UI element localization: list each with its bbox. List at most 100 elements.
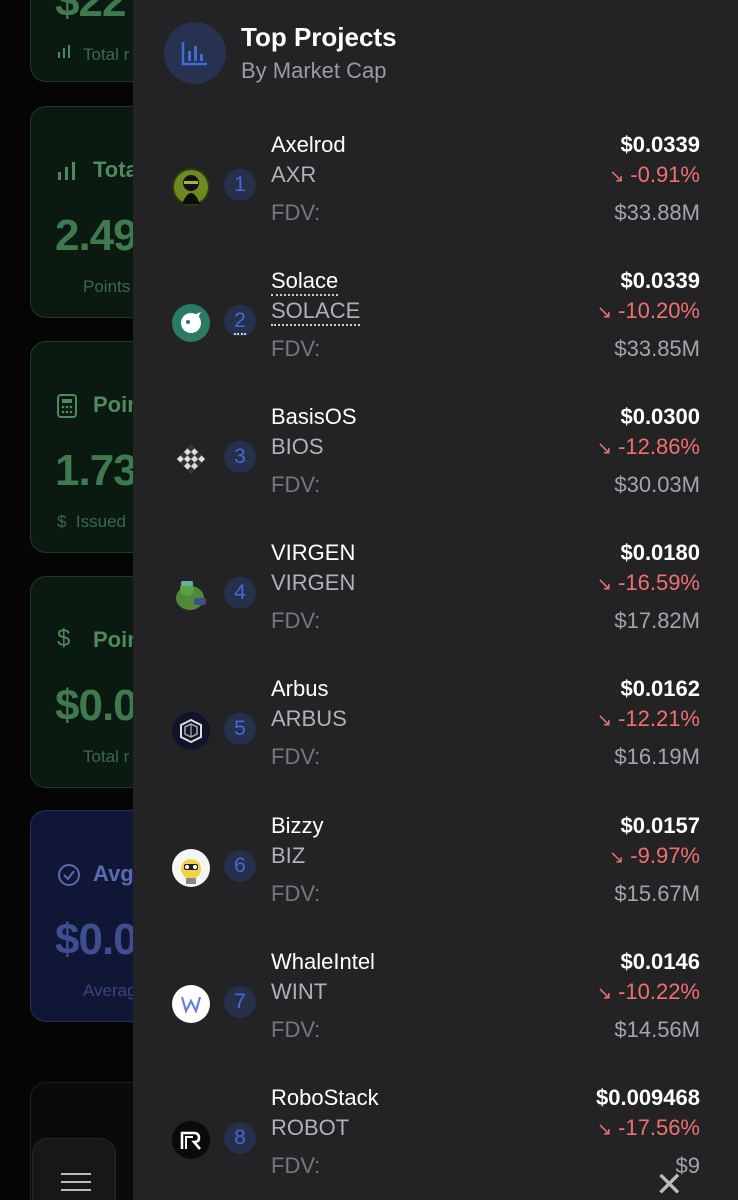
close-icon[interactable]: ✕	[655, 1168, 685, 1200]
menu-button[interactable]	[32, 1138, 116, 1200]
price-change: ↘ -10.20%	[596, 298, 700, 323]
project-name[interactable]: BasisOS	[271, 404, 357, 430]
fdv-label: FDV:	[271, 744, 321, 769]
project-name[interactable]: WhaleIntel	[271, 949, 375, 975]
calculator-icon	[57, 394, 77, 424]
project-row[interactable]: 7 WhaleIntel WINT FDV: $0.0146 ↘ -10.22% $14.56…	[133, 949, 738, 1059]
hamburger-icon	[61, 1173, 91, 1175]
rank-badge: 6	[224, 850, 256, 882]
rank-badge: 2	[224, 305, 256, 337]
project-price: $0.0146	[620, 949, 700, 974]
fdv-value: $15.67M	[614, 881, 700, 906]
trend-down-icon: ↘	[596, 302, 613, 322]
rank-badge: 4	[224, 577, 256, 609]
stat-sub: Total r	[83, 747, 130, 766]
stat-value: $0.0	[55, 915, 138, 964]
top-projects-drawer: Top Projects By Market Cap 1 Axelrod AXR FD…	[133, 0, 738, 1200]
bars-icon	[57, 161, 77, 187]
arbus-avatar	[172, 712, 210, 750]
trend-down-icon: ↘	[609, 847, 625, 867]
price-change: ↘ -12.86%	[596, 434, 700, 459]
project-name[interactable]: RoboStack	[271, 1085, 379, 1111]
project-price: $0.0300	[620, 404, 700, 429]
rank-badge: 1	[224, 169, 256, 201]
dollar-icon: $	[57, 625, 71, 652]
rank-badge: 8	[224, 1122, 256, 1154]
axelrod-avatar	[172, 168, 210, 206]
project-symbol: SOLACE	[271, 298, 361, 326]
project-symbol: VIRGEN	[271, 570, 356, 595]
stat-sub: Points	[83, 277, 131, 296]
project-price: $0.0157	[620, 813, 700, 838]
drawer-subtitle: By Market Cap	[241, 58, 387, 83]
project-symbol: BIOS	[271, 434, 324, 459]
chart-icon	[164, 22, 226, 84]
fdv-label: FDV:	[271, 1017, 321, 1042]
stat-sub: Total r	[83, 45, 130, 64]
fdv-value: $17.82M	[614, 608, 700, 633]
solace-avatar	[172, 304, 210, 342]
project-name[interactable]: VIRGEN	[271, 540, 355, 566]
project-symbol: ROBOT	[271, 1115, 350, 1140]
project-row[interactable]: 2 Solace SOLACE FDV: $0.0339 ↘ -10.20% $33.85M	[133, 268, 738, 378]
project-price: $0.0339	[620, 132, 700, 157]
trend-down-icon: ↘	[596, 574, 613, 594]
project-price: $0.0180	[620, 540, 700, 565]
fdv-label: FDV:	[271, 1153, 321, 1178]
project-name[interactable]: Solace	[271, 268, 339, 296]
whaleintel-avatar	[172, 985, 210, 1023]
stat-title: Avg	[93, 861, 134, 886]
trend-down-icon: ↘	[609, 166, 625, 186]
project-row[interactable]: 8 RoboStack ROBOT FDV: $0.009468 ↘ -17.56% $9	[133, 1085, 738, 1195]
fdv-label: FDV:	[271, 336, 321, 361]
project-row[interactable]: 5 Arbus ARBUS FDV: $0.0162 ↘ -12.21% $16.19M	[133, 676, 738, 786]
project-price: $0.0339	[620, 268, 700, 293]
project-row[interactable]: 4 VIRGEN VIRGEN FDV: $0.0180 ↘ -16.59% $17.82M	[133, 540, 738, 650]
fdv-value: $33.85M	[614, 336, 700, 361]
stat-title: Tota	[93, 157, 138, 182]
project-symbol: AXR	[271, 162, 317, 187]
price-change: ↘ -17.56%	[596, 1115, 700, 1140]
project-name[interactable]: Bizzy	[271, 813, 324, 839]
project-name[interactable]: Axelrod	[271, 132, 346, 158]
stat-value: $22	[55, 0, 126, 26]
project-row[interactable]: 6 Bizzy BIZ FDV: $0.0157 ↘ -9.97% $15.67M	[133, 813, 738, 923]
trend-down-icon: ↘	[596, 438, 613, 458]
trend-down-icon: ↘	[596, 1119, 613, 1139]
fdv-label: FDV:	[271, 881, 321, 906]
trend-down-icon: ↘	[596, 983, 613, 1003]
price-change: ↘ -0.91%	[609, 162, 700, 187]
fdv-label: FDV:	[271, 472, 321, 497]
rank-badge: 3	[224, 441, 256, 473]
project-symbol: ARBUS	[271, 706, 347, 731]
rank-badge: 7	[224, 986, 256, 1018]
bars-icon	[57, 43, 73, 64]
project-row[interactable]: 1 Axelrod AXR FDV: $0.0339 ↘ -0.91% $33.88M	[133, 132, 738, 242]
fdv-value: $30.03M	[614, 472, 700, 497]
stat-sub-text: Issued	[75, 512, 126, 531]
price-change: ↘ -10.22%	[596, 979, 700, 1004]
project-name[interactable]: Arbus	[271, 676, 328, 702]
fdv-value: $16.19M	[614, 744, 700, 769]
rank-badge: 5	[224, 713, 256, 745]
price-change: ↘ -12.21%	[596, 706, 700, 731]
fdv-value: $33.88M	[614, 200, 700, 225]
fdv-label: FDV:	[271, 200, 321, 225]
drawer-title: Top Projects	[241, 22, 397, 52]
stat-value: 2.49	[55, 211, 138, 260]
basisos-avatar	[172, 440, 210, 478]
stat-sub: Averag	[83, 981, 137, 1000]
project-price: $0.009468	[596, 1085, 700, 1110]
fdv-label: FDV:	[271, 608, 321, 633]
virgen-avatar	[172, 576, 210, 614]
project-symbol: WINT	[271, 979, 328, 1004]
stat-sub: $ Issued	[57, 512, 126, 531]
bizzy-avatar	[172, 849, 210, 887]
robostack-avatar	[172, 1121, 210, 1159]
stat-value: $0.0	[55, 681, 138, 730]
price-change: ↘ -16.59%	[596, 570, 700, 595]
trend-down-icon: ↘	[596, 710, 613, 730]
project-symbol: BIZ	[271, 843, 306, 868]
project-price: $0.0162	[620, 676, 700, 701]
project-row[interactable]: 3 BasisOS BIOS FDV: $0.0300 ↘ -12.86% $30.03M	[133, 404, 738, 514]
